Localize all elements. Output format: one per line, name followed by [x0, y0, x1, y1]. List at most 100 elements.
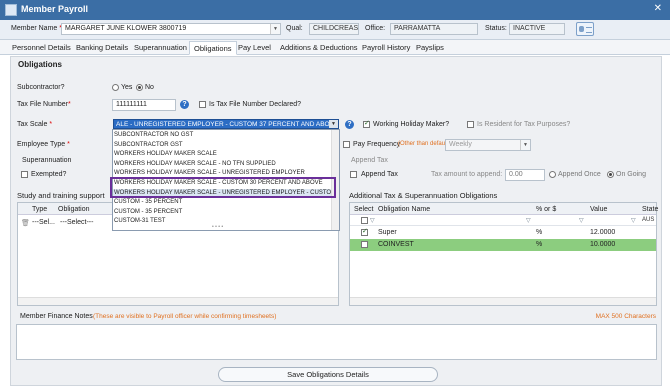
row-select-checkbox[interactable] [361, 241, 368, 248]
subcontractor-no-label: No [145, 84, 154, 91]
working-holiday-label: Working Holiday Maker? [373, 121, 450, 128]
subcontractor-yes-label: Yes [121, 84, 133, 91]
exempted-checkbox[interactable] [21, 171, 28, 178]
study-row-obligation[interactable]: ---Select--- [60, 219, 93, 226]
chevron-down-icon[interactable]: ▼ [520, 140, 530, 150]
pay-frequency-select[interactable]: Weekly ▼ [445, 139, 531, 151]
col-obligation-name: Obligation Name [378, 206, 431, 213]
on-going-radio[interactable] [607, 171, 614, 178]
study-col-type: Type [32, 206, 48, 213]
additional-grid-scrollbar[interactable] [350, 297, 656, 305]
dropdown-item[interactable]: SUBCONTRACTOR NO GST [113, 131, 332, 141]
table-row[interactable]: Super % 12.0000 [350, 227, 656, 239]
obligation-name: COINVEST [378, 241, 414, 248]
tab-additions-deductions[interactable]: Additions & Deductions [280, 43, 358, 55]
qual-field: CHILDCREAS [309, 23, 359, 35]
obligation-type: % [536, 229, 543, 236]
pay-frequency-checkbox[interactable] [343, 141, 350, 148]
obligation-name: Super [378, 229, 397, 236]
tax-scale-help-icon[interactable]: ? [345, 120, 354, 129]
tfn-declared-checkbox[interactable] [199, 101, 206, 108]
tax-amount-label: Tax amount to append: [431, 171, 503, 178]
resident-checkbox[interactable] [467, 121, 474, 128]
status-field: INACTIVE [509, 23, 565, 35]
close-icon[interactable]: ✕ [654, 3, 662, 14]
window-title: Member Payroll [21, 4, 89, 14]
pay-frequency-label: Pay Frequency [353, 141, 401, 148]
chevron-down-icon[interactable]: ▼ [329, 120, 338, 128]
state-filter-value[interactable]: AUS [642, 217, 654, 223]
superannuation-group-label: Superannuation [22, 157, 72, 164]
resident-label: Is Resident for Tax Purposes? [477, 121, 571, 128]
subcontractor-label: Subcontractor? [17, 84, 65, 91]
tab-superannuation[interactable]: Superannuation [134, 43, 187, 55]
tab-obligations[interactable]: Obligations [189, 41, 237, 55]
tab-payslips[interactable]: Payslips [416, 43, 444, 55]
exempted-label: Exempted? [31, 171, 67, 178]
save-obligations-button[interactable]: Save Obligations Details [218, 367, 438, 382]
col-select: Select [354, 206, 374, 213]
on-going-label: On Going [616, 171, 646, 178]
row-select-checkbox[interactable] [361, 227, 368, 236]
finance-notes-textarea[interactable] [16, 324, 657, 360]
append-once-radio[interactable] [549, 171, 556, 178]
office-label: Office: [365, 25, 386, 32]
trash-icon[interactable]: 🗑 [21, 219, 30, 227]
study-grid-scrollbar[interactable] [18, 297, 338, 305]
tax-scale-label: Tax Scale * [17, 121, 53, 128]
subcontractor-no-radio[interactable] [136, 84, 143, 91]
obligation-type: % [536, 241, 543, 248]
finance-notes-hint: (These are visible to Payroll officer wh… [93, 313, 277, 320]
tfn-declared-label: Is Tax File Number Declared? [209, 101, 302, 108]
filter-row: ▽ ▽ ▽ ▽ AUS [350, 216, 656, 226]
select-all-checkbox[interactable] [361, 217, 368, 224]
dropdown-item[interactable]: WORKERS HOLIDAY MAKER SCALE - NO TFN SUP… [113, 160, 332, 170]
member-card-icon[interactable] [576, 22, 594, 36]
col-state: State [642, 206, 659, 213]
filter-icon[interactable]: ▽ [526, 217, 531, 224]
additional-obligations-title: Additional Tax & Superannuation Obligati… [349, 191, 498, 200]
window-titlebar: Member Payroll ✕ [0, 0, 670, 20]
member-name-select[interactable]: MARGARET JUNE KLOWER 3800719 ▼ [61, 23, 281, 35]
filter-icon[interactable]: ▽ [579, 217, 584, 224]
finance-notes-max: MAX 500 Characters [595, 313, 656, 320]
chevron-down-icon[interactable]: ▼ [270, 24, 280, 34]
dropdown-item[interactable]: CUSTOM - 35 PERCENT [113, 198, 332, 208]
obligation-value: 12.0000 [590, 229, 616, 236]
dropdown-item[interactable]: SUBCONTRACTOR GST [113, 141, 332, 151]
tab-personnel-details[interactable]: Personnel Details [12, 43, 71, 55]
app-icon [5, 4, 17, 16]
tab-payroll-history[interactable]: Payroll History [362, 43, 410, 55]
study-support-title: Study and training support [17, 191, 105, 200]
dropdown-item[interactable]: CUSTOM - 35 PERCENT [113, 208, 332, 218]
resize-grip-icon[interactable]: • • • • [212, 224, 223, 230]
obligations-section-title: Obligations [18, 60, 62, 69]
study-col-obligation: Obligation [58, 206, 90, 213]
append-tax-label: Append Tax [361, 171, 398, 178]
member-name-label: Member Name * [11, 25, 62, 32]
member-name-value: MARGARET JUNE KLOWER 3800719 [65, 25, 187, 32]
filter-icon[interactable]: ▽ [631, 217, 636, 224]
employee-type-label: Employee Type * [17, 141, 70, 148]
col-percent-or-dollar: % or $ [536, 206, 557, 213]
tab-banking-details[interactable]: Banking Details [76, 43, 128, 55]
tax-amount-input[interactable]: 0.00 [505, 169, 545, 181]
tax-scale-select[interactable]: ALE - UNREGISTERED EMPLOYER - CUSTOM 37 … [113, 119, 339, 129]
tab-pay-level[interactable]: Pay Level [238, 43, 271, 55]
member-header: Member Name * MARGARET JUNE KLOWER 38007… [0, 20, 670, 40]
append-once-label: Append Once [558, 171, 601, 178]
finance-notes-label: Member Finance Notes [20, 313, 93, 320]
subcontractor-yes-radio[interactable] [112, 84, 119, 91]
append-tax-group-label: Append Tax [351, 157, 388, 164]
table-row[interactable]: COINVEST % 10.0000 [350, 239, 656, 251]
working-holiday-checkbox[interactable] [363, 119, 370, 128]
tab-bar: Personnel Details Banking Details Supera… [0, 40, 670, 55]
tfn-help-icon[interactable]: ? [180, 100, 189, 109]
append-tax-checkbox[interactable] [350, 171, 357, 178]
study-row-type[interactable]: ---Sel... [32, 219, 55, 226]
col-value: Value [590, 206, 608, 213]
dropdown-item[interactable]: WORKERS HOLIDAY MAKER SCALE [113, 150, 332, 160]
tfn-input[interactable]: 111111111 [112, 99, 176, 111]
filter-icon[interactable]: ▽ [370, 217, 375, 224]
additional-obligations-grid: Select Obligation Name % or $ Value Stat… [349, 202, 659, 306]
